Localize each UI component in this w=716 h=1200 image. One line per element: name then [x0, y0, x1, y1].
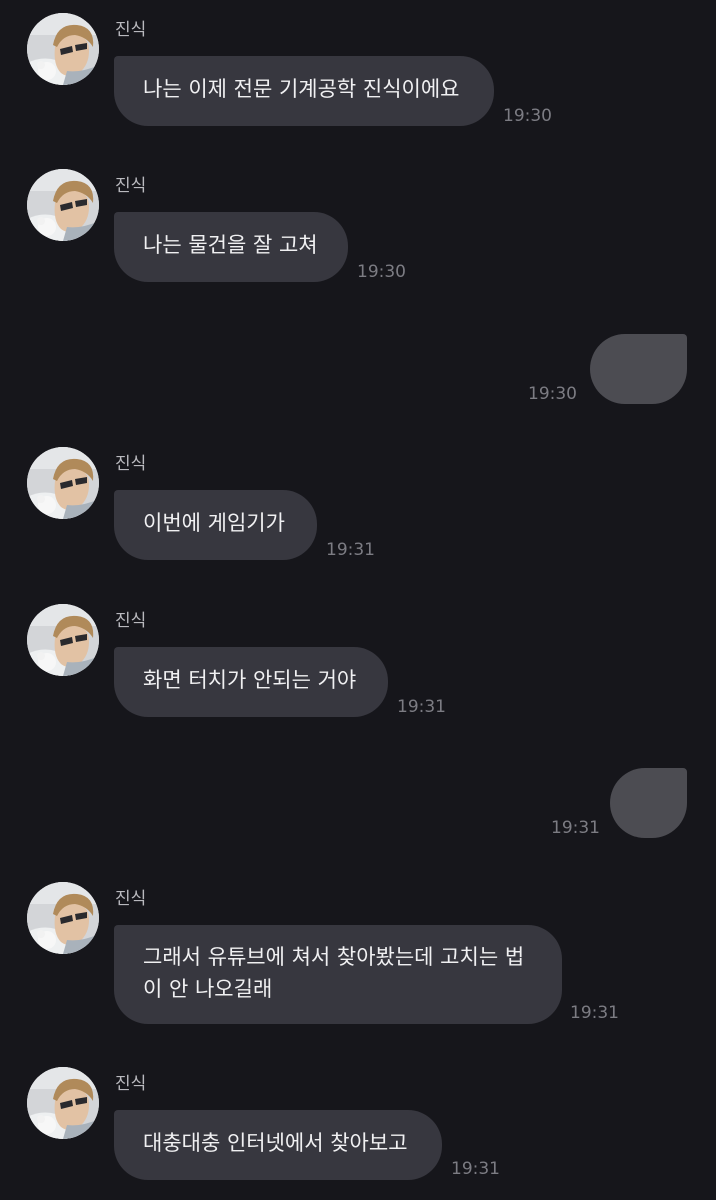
message-time: 19:31 — [551, 818, 600, 838]
sent-message-bubble[interactable] — [610, 768, 687, 838]
sender-name: 진식 — [115, 611, 147, 631]
message-time: 19:30 — [503, 106, 552, 126]
avatar[interactable] — [27, 1067, 99, 1139]
sent-message-bubble[interactable] — [590, 334, 687, 404]
message-bubble[interactable]: 이번에 게임기가 — [114, 490, 317, 560]
avatar[interactable] — [27, 13, 99, 85]
avatar[interactable] — [27, 604, 99, 676]
avatar[interactable] — [27, 882, 99, 954]
message-time: 19:31 — [397, 697, 446, 717]
sender-name: 진식 — [115, 1074, 147, 1094]
message-time: 19:31 — [570, 1003, 619, 1023]
sender-name: 진식 — [115, 454, 147, 474]
message-bubble[interactable]: 화면 터치가 안되는 거야 — [114, 647, 388, 717]
sender-name: 진식 — [115, 176, 147, 196]
message-bubble[interactable]: 나는 이제 전문 기계공학 진식이에요 — [114, 56, 494, 126]
avatar[interactable] — [27, 447, 99, 519]
message-bubble[interactable]: 대충대충 인터넷에서 찾아보고 — [114, 1110, 442, 1180]
sender-name: 진식 — [115, 889, 147, 909]
message-bubble[interactable]: 그래서 유튜브에 쳐서 찾아봤는데 고치는 법이 안 나오길래 — [114, 925, 562, 1024]
message-time: 19:30 — [528, 384, 577, 404]
message-time: 19:31 — [451, 1159, 500, 1179]
sender-name: 진식 — [115, 20, 147, 40]
message-time: 19:30 — [357, 262, 406, 282]
avatar[interactable] — [27, 169, 99, 241]
message-bubble[interactable]: 나는 물건을 잘 고쳐 — [114, 212, 348, 282]
message-time: 19:31 — [326, 540, 375, 560]
